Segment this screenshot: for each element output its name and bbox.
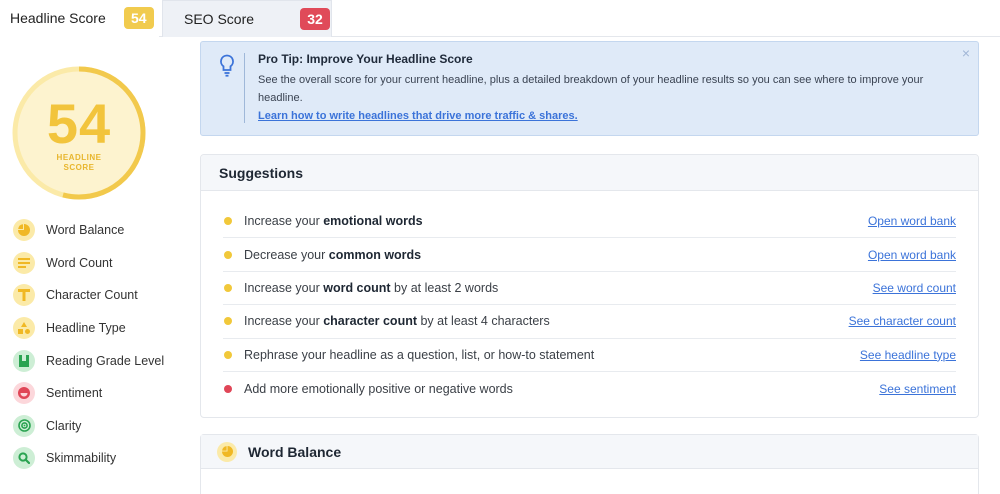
sidebar-item-label: Character Count [46, 288, 138, 303]
open-word-bank-link[interactable]: Open word bank [868, 248, 956, 262]
suggestion-text: Increase your character count by at leas… [244, 314, 550, 329]
suggestion-row: Decrease your common words Open word ban… [223, 238, 956, 272]
sidebar-item-sentiment[interactable]: Sentiment [13, 377, 183, 410]
tab-headline-score[interactable]: Headline Score 54 [0, 0, 159, 37]
sidebar-item-label: Reading Grade Level [46, 353, 165, 368]
sidebar-item-label: Skimmability [46, 451, 117, 466]
sidebar-item-word-balance[interactable]: Word Balance [13, 214, 183, 247]
tab-seo-score[interactable]: SEO Score 32 [162, 0, 332, 37]
sidebar-item-label: Sentiment [46, 386, 103, 401]
word-balance-title: Word Balance [248, 443, 342, 460]
status-dot [224, 317, 232, 326]
tab-headline-label: Headline Score [10, 10, 106, 26]
close-icon[interactable]: × [962, 45, 970, 61]
word-balance-header[interactable]: Word Balance [201, 435, 978, 469]
smile-icon [13, 382, 35, 405]
score-breakdown-nav: Word Balance Word Count Character Count … [13, 214, 183, 475]
status-dot [224, 350, 232, 359]
lines-icon [13, 251, 35, 274]
sidebar-item-headline-type[interactable]: Headline Type [13, 312, 183, 345]
tab-seo-label: SEO Score [184, 11, 255, 27]
suggestion-text: Increase your word count by at least 2 w… [244, 280, 499, 295]
suggestions-title: Suggestions [201, 155, 978, 191]
pro-tip-divider [244, 53, 245, 123]
letter-t-icon [13, 284, 35, 307]
sidebar-item-label: Headline Type [46, 321, 126, 336]
magnifier-icon [13, 447, 35, 470]
sidebar-item-skimmability[interactable]: Skimmability [13, 442, 183, 475]
headline-score-gauge: 54 HEADLINE SCORE [12, 66, 146, 200]
sidebar-item-label: Word Count [46, 255, 113, 270]
sidebar-item-word-count[interactable]: Word Count [13, 247, 183, 280]
headline-score-value: 54 [46, 92, 112, 155]
pie-chart-icon [13, 219, 35, 242]
suggestion-row: Increase your character count by at leas… [223, 305, 956, 339]
score-label-line2: SCORE [63, 163, 95, 172]
suggestion-row: Add more emotionally positive or negativ… [223, 372, 956, 405]
seo-score-badge: 32 [300, 8, 331, 30]
see-headline-type-link[interactable]: See headline type [860, 348, 956, 362]
sidebar-item-clarity[interactable]: Clarity [13, 410, 183, 443]
score-tabs: Headline Score 54 SEO Score 32 [0, 0, 1000, 37]
pro-tip-title: Pro Tip: Improve Your Headline Score [258, 52, 473, 66]
open-word-bank-link[interactable]: Open word bank [868, 214, 956, 228]
suggestion-text: Decrease your common words [244, 247, 422, 262]
suggestion-text: Rephrase your headline as a question, li… [244, 347, 595, 362]
score-label-line1: HEADLINE [56, 153, 102, 162]
see-word-count-link[interactable]: See word count [873, 281, 956, 295]
sidebar-item-reading-grade-level[interactable]: Reading Grade Level [13, 344, 183, 377]
pro-tip-text: See the overall score for your current h… [258, 74, 924, 104]
status-dot [224, 283, 232, 292]
status-dot [224, 250, 232, 259]
see-character-count-link[interactable]: See character count [849, 314, 956, 328]
sidebar-item-label: Word Balance [46, 223, 125, 238]
suggestion-row: Rephrase your headline as a question, li… [223, 339, 956, 372]
status-dot [224, 384, 232, 393]
suggestion-text: Increase your emotional words [244, 214, 423, 229]
pro-tip-learn-link[interactable]: Learn how to write headlines that drive … [258, 110, 578, 122]
see-sentiment-link[interactable]: See sentiment [879, 382, 956, 396]
word-balance-card: Word Balance [200, 434, 979, 494]
sidebar-item-character-count[interactable]: Character Count [13, 279, 183, 312]
pie-chart-icon [217, 441, 237, 462]
target-icon [13, 414, 35, 437]
headline-score-badge: 54 [123, 7, 154, 29]
headline-score-label: HEADLINE SCORE [12, 153, 146, 173]
suggestion-row: Increase your emotional words Open word … [223, 205, 956, 239]
sidebar-item-label: Clarity [46, 418, 82, 433]
bookmark-icon [13, 349, 35, 372]
suggestions-card: Suggestions Increase your emotional word… [200, 154, 979, 418]
pro-tip-banner: Pro Tip: Improve Your Headline Score See… [200, 41, 979, 136]
suggestion-row: Increase your word count by at least 2 w… [223, 272, 956, 306]
shapes-icon [13, 317, 35, 340]
suggestions-list: Increase your emotional words Open word … [223, 205, 956, 405]
status-dot [224, 217, 232, 226]
suggestion-text: Add more emotionally positive or negativ… [244, 381, 513, 396]
lightbulb-icon [219, 54, 235, 78]
